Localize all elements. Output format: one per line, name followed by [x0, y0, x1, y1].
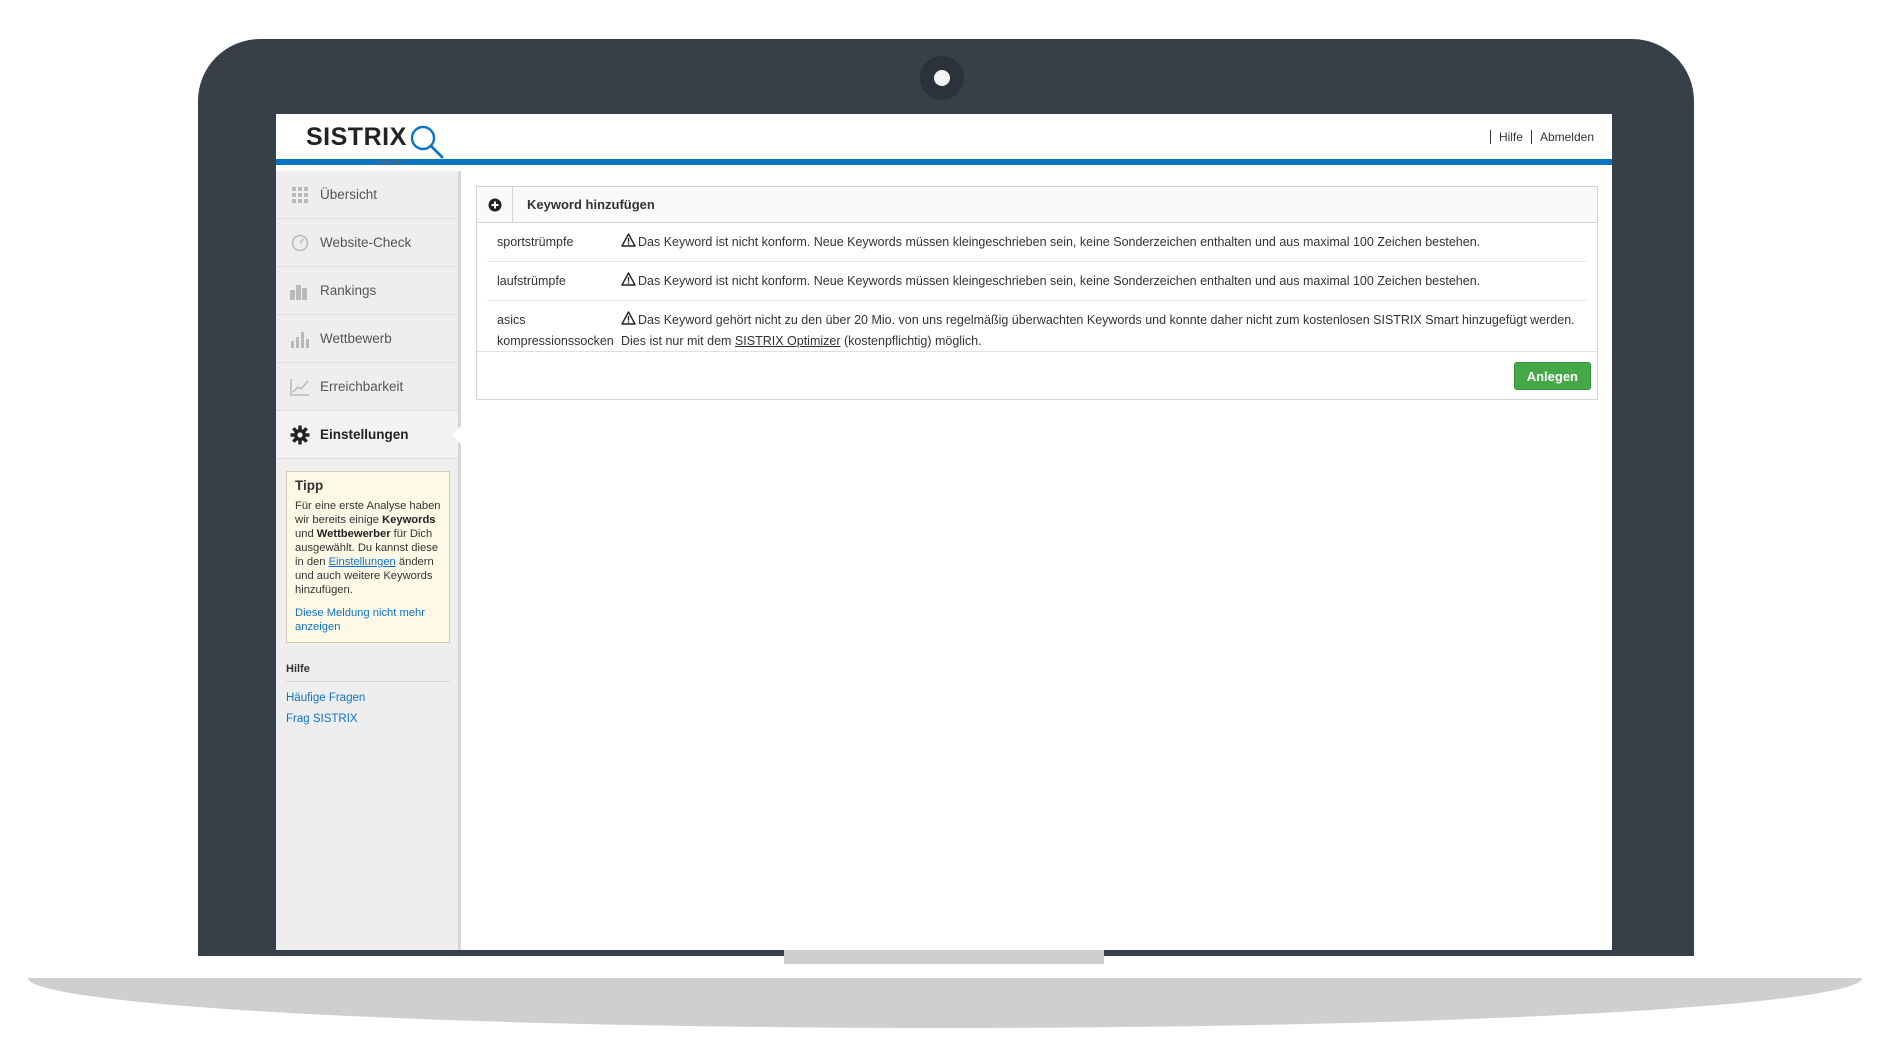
panel-title: Keyword hinzufügen [527, 197, 655, 212]
message-cell: Das Keyword gehört nicht zu den über 20 … [621, 310, 1587, 352]
keyword-cell: sportstrümpfe [497, 235, 574, 249]
header-links: Hilfe Abmelden [1489, 130, 1594, 144]
top-header: SISTRIX SMART Hilfe Abmelden [276, 114, 1612, 167]
sidebar-item-einstellungen[interactable]: Einstellungen [276, 411, 461, 459]
sidebar-item-rankings[interactable]: Rankings [276, 267, 458, 315]
keyword-cell: laufstrümpfe [497, 274, 566, 288]
faq-link[interactable]: Häufige Fragen [286, 688, 450, 709]
create-button[interactable]: Anlegen [1513, 362, 1591, 390]
message-cell: Das Keyword ist nicht konform. Neue Keyw… [621, 271, 1587, 292]
help-section: Hilfe Häufige Fragen Frag SISTRIX [286, 663, 450, 730]
tip-bold-keywords: Keywords [382, 514, 436, 526]
sidebar-item-label: Einstellungen [320, 427, 409, 442]
tip-dismiss-link[interactable]: Diese Meldung nicht mehr anzeigen [295, 606, 441, 634]
expand-toggle[interactable] [477, 187, 513, 222]
keyword-add-panel: Keyword hinzufügen sportstrümpfe Das Key… [476, 186, 1598, 400]
magnifier-logo-icon [410, 125, 444, 159]
sidebar-item-wettbewerb[interactable]: Wettbewerb [276, 315, 458, 363]
gauge-icon [290, 233, 310, 253]
laptop-base [28, 978, 1862, 1028]
gear-icon [290, 425, 310, 445]
tip-text-part: und [295, 528, 317, 540]
divider [1489, 130, 1491, 144]
tip-title: Tipp [295, 478, 324, 493]
table-row: sportstrümpfe Das Keyword ist nicht konf… [487, 223, 1587, 262]
warning-icon [621, 233, 636, 247]
grid-icon [290, 185, 310, 205]
line-chart-icon [290, 377, 310, 397]
competition-chart-icon [290, 329, 310, 349]
warning-icon [621, 311, 636, 325]
sistrix-optimizer-link[interactable]: SISTRIX Optimizer [735, 334, 841, 348]
keyword-cell: asics kompressionssocken [497, 313, 614, 348]
message-text: Das Keyword ist nicht konform. Neue Keyw… [638, 235, 1481, 249]
message-text: Das Keyword ist nicht konform. Neue Keyw… [638, 274, 1481, 288]
logout-link[interactable]: Abmelden [1540, 130, 1594, 144]
sidebar-item-label: Wettbewerb [320, 331, 392, 346]
laptop-hinge [784, 950, 1104, 964]
warning-icon [621, 272, 636, 286]
tip-box: Tipp Für eine erste Analyse haben wir be… [286, 471, 450, 643]
sidebar-item-website-check[interactable]: Website-Check [276, 219, 458, 267]
sidebar-item-label: Rankings [320, 283, 377, 298]
tip-text: Für eine erste Analyse haben wir bereits… [295, 499, 441, 597]
ask-sistrix-link[interactable]: Frag SISTRIX [286, 709, 450, 730]
sidebar-item-label: Übersicht [320, 187, 378, 202]
sidebar-item-uebersicht[interactable]: Übersicht [276, 171, 458, 219]
help-link[interactable]: Hilfe [1499, 130, 1523, 144]
plus-circle-icon [488, 198, 501, 211]
sidebar: Übersicht Website-Check Rankings Wettbew… [276, 171, 461, 950]
message-cell: Das Keyword ist nicht konform. Neue Keyw… [621, 232, 1587, 253]
bar-chart-icon [290, 281, 310, 301]
sistrix-logo[interactable]: SISTRIX SMART [306, 122, 445, 167]
table-row: laufstrümpfe Das Keyword ist nicht konfo… [487, 262, 1587, 301]
sidebar-item-label: Erreichbarkeit [320, 379, 404, 394]
panel-header: Keyword hinzufügen [477, 187, 1597, 223]
logo-text: SISTRIX [306, 123, 407, 151]
sidebar-item-label: Website-Check [320, 235, 412, 250]
tip-settings-link[interactable]: Einstellungen [329, 556, 396, 568]
app-screen: SISTRIX SMART Hilfe Abmelden Übersicht W… [276, 114, 1612, 950]
divider [1530, 130, 1532, 144]
message-text: (kostenpflichtig) möglich. [840, 334, 982, 348]
help-title: Hilfe [286, 663, 450, 682]
tip-bold-competitors: Wettbewerber [316, 528, 391, 540]
panel-footer: Anlegen [477, 351, 1597, 399]
sidebar-item-erreichbarkeit[interactable]: Erreichbarkeit [276, 363, 458, 411]
camera-icon [920, 56, 964, 100]
keyword-result-table: sportstrümpfe Das Keyword ist nicht konf… [487, 223, 1587, 360]
